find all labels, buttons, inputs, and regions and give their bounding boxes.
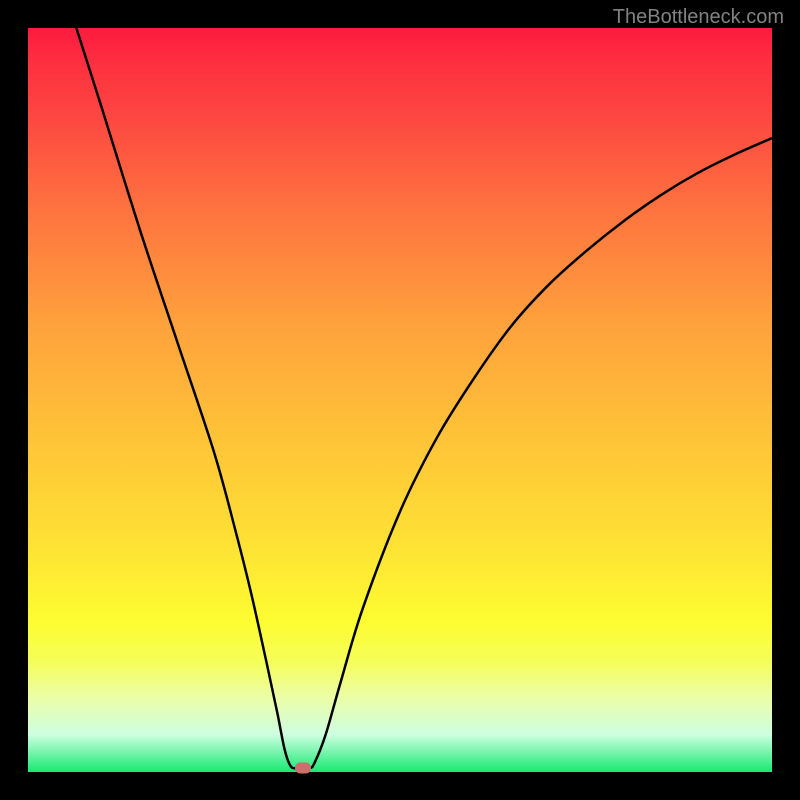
chart-curve-svg [28,28,772,772]
bottleneck-chart [28,28,772,772]
watermark-text: TheBottleneck.com [613,6,784,29]
optimal-marker [295,763,311,774]
bottleneck-curve [76,28,772,769]
